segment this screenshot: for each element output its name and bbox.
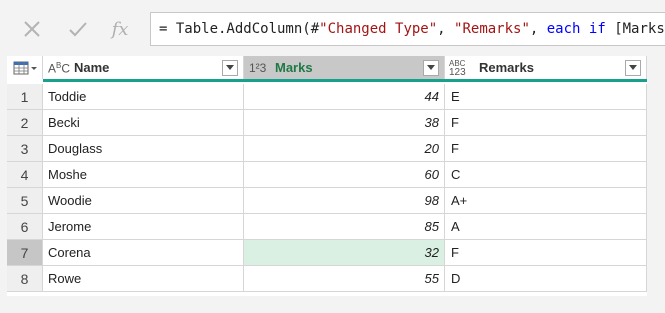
table-row[interactable]: 2 Becki 38 F [7, 110, 647, 136]
cell-remarks[interactable]: A+ [445, 188, 647, 214]
table-row-selected[interactable]: 7 Corena 32 F [7, 240, 647, 266]
formula-bar-buttons: fx [0, 10, 145, 48]
table-menu-button[interactable] [7, 56, 43, 79]
cell-remarks[interactable]: C [445, 162, 647, 188]
row-index[interactable]: 2 [7, 110, 43, 136]
check-icon[interactable] [58, 10, 98, 48]
formula-space [580, 21, 588, 37]
table-row[interactable]: 5 Woodie 98 A+ [7, 188, 647, 214]
chevron-down-icon [629, 65, 637, 70]
cell-remarks[interactable]: F [445, 136, 647, 162]
formula-sep: , [437, 21, 455, 37]
table-icon [13, 61, 37, 74]
cell-name[interactable]: Rowe [43, 266, 244, 292]
column-name-label: Remarks [479, 60, 534, 75]
cell-marks[interactable]: 38 [244, 110, 445, 136]
table-row[interactable]: 3 Douglass 20 F [7, 136, 647, 162]
cell-marks-selected[interactable]: 32 [244, 240, 445, 266]
cell-name[interactable]: Jerome [43, 214, 244, 240]
cell-marks[interactable]: 20 [244, 136, 445, 162]
formula-input[interactable]: = Table.AddColumn(# "Changed Type", "Rema… [150, 12, 665, 46]
close-icon[interactable] [12, 10, 52, 48]
cell-marks[interactable]: 44 [244, 84, 445, 110]
any-type-icon[interactable]: ABC 123 [449, 59, 479, 78]
table-row[interactable]: 4 Moshe 60 C [7, 162, 647, 188]
row-index[interactable]: 4 [7, 162, 43, 188]
grid-header: ABC Name 1²3 Marks ABC 123 Remarks [7, 56, 647, 82]
formula-string-changed-type: "Changed Type" [319, 21, 438, 37]
cell-remarks[interactable]: E [445, 84, 647, 110]
table-row[interactable]: 8 Rowe 55 D [7, 266, 647, 292]
filter-dropdown-button[interactable] [625, 59, 641, 76]
filter-dropdown-button[interactable] [423, 59, 439, 76]
cell-marks[interactable]: 55 [244, 266, 445, 292]
cell-marks[interactable]: 98 [244, 188, 445, 214]
row-index[interactable]: 8 [7, 266, 43, 292]
cell-remarks[interactable]: D [445, 266, 647, 292]
cell-name[interactable]: Becki [43, 110, 244, 136]
formula-rest: [Marks] [614, 21, 665, 37]
fx-label: fx [111, 18, 129, 40]
whole-number-type-icon[interactable]: 1²3 [249, 62, 275, 74]
data-grid: ABC Name 1²3 Marks ABC 123 Remarks 1 Todd… [7, 56, 647, 296]
cell-name[interactable]: Toddie [43, 84, 244, 110]
cell-name[interactable]: Woodie [43, 188, 244, 214]
row-index[interactable]: 5 [7, 188, 43, 214]
row-index[interactable]: 7 [7, 240, 43, 266]
formula-sep: , [529, 21, 547, 37]
table-row[interactable]: 1 Toddie 44 E [7, 84, 647, 110]
column-header-marks[interactable]: 1²3 Marks [244, 56, 445, 79]
cell-name[interactable]: Douglass [43, 136, 244, 162]
column-header-name[interactable]: ABC Name [43, 56, 244, 79]
formula-string-remarks: "Remarks" [454, 21, 530, 37]
column-name-label: Marks [275, 60, 313, 75]
chevron-down-icon [427, 65, 435, 70]
table-row[interactable]: 6 Jerome 85 A [7, 214, 647, 240]
row-index[interactable]: 6 [7, 214, 43, 240]
cell-remarks[interactable]: F [445, 240, 647, 266]
column-header-remarks[interactable]: ABC 123 Remarks [445, 56, 647, 79]
formula-keyword-each: each [546, 21, 581, 37]
formula-keyword-if: if [588, 21, 606, 37]
cell-marks[interactable]: 85 [244, 214, 445, 240]
cell-name[interactable]: Moshe [43, 162, 244, 188]
formula-prefix: = Table.AddColumn(# [159, 21, 320, 37]
column-quality-bar [43, 79, 647, 82]
column-name-label: Name [74, 60, 110, 75]
chevron-down-icon [226, 65, 234, 70]
cell-remarks[interactable]: A [445, 214, 647, 240]
row-index[interactable]: 1 [7, 84, 43, 110]
cell-name[interactable]: Corena [43, 240, 244, 266]
cell-marks[interactable]: 60 [244, 162, 445, 188]
cell-remarks[interactable]: F [445, 110, 647, 136]
filter-dropdown-button[interactable] [222, 59, 238, 76]
row-index[interactable]: 3 [7, 136, 43, 162]
fx-icon[interactable]: fx [100, 10, 140, 48]
text-type-icon[interactable]: ABC [48, 61, 74, 75]
